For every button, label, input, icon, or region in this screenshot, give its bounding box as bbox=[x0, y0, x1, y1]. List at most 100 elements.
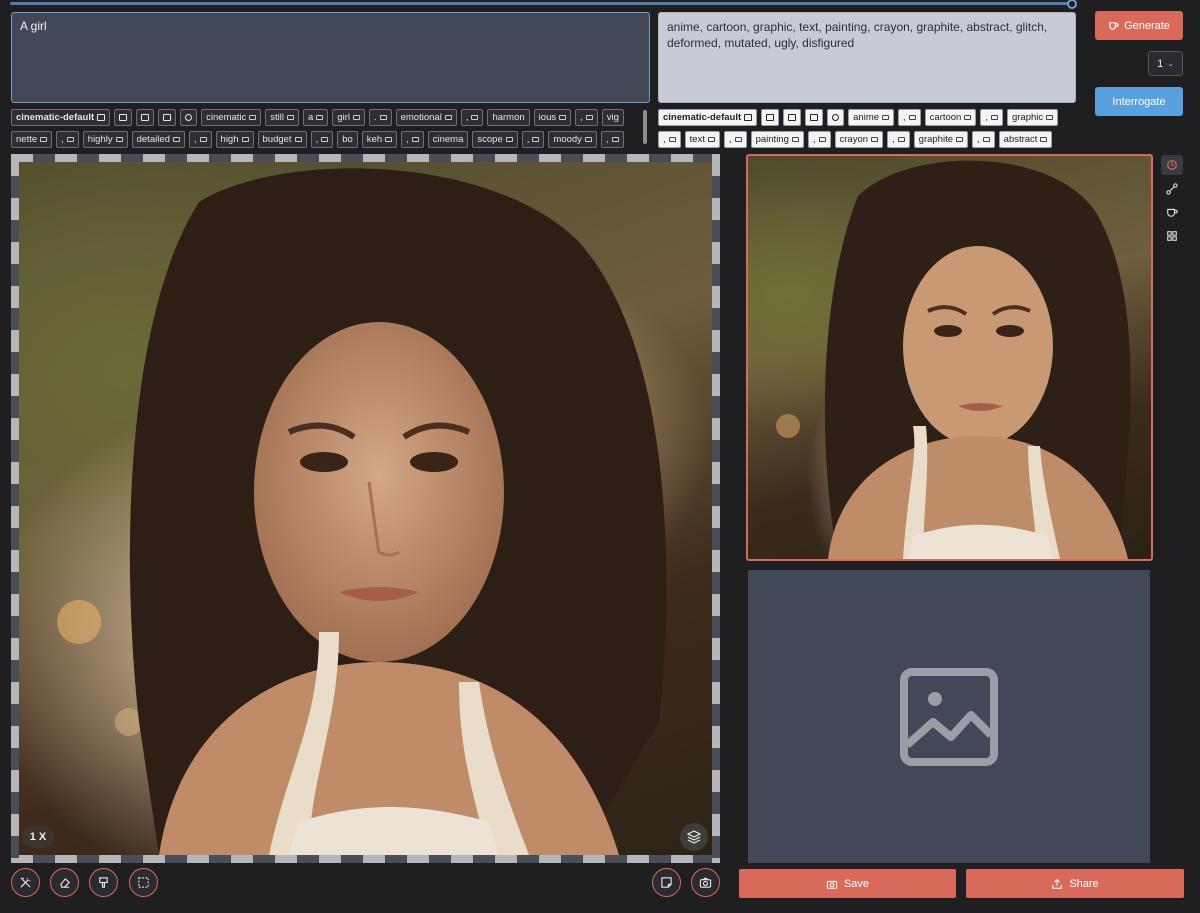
generate-button[interactable]: Generate bbox=[1095, 11, 1183, 40]
tool-button[interactable] bbox=[158, 109, 177, 126]
prompt-tag[interactable]: girl bbox=[332, 109, 365, 126]
prompt-tag[interactable]: , bbox=[521, 131, 545, 148]
remove-icon bbox=[956, 137, 964, 142]
tool-button[interactable] bbox=[805, 109, 824, 126]
paint-brush-tool[interactable] bbox=[89, 868, 118, 897]
remove-icon bbox=[444, 115, 452, 120]
prompt-tag[interactable]: , bbox=[460, 109, 484, 126]
negative-prompt-input[interactable]: anime, cartoon, graphic, text, painting,… bbox=[658, 12, 1076, 103]
prompt-tag[interactable]: , bbox=[188, 131, 212, 148]
prompt-tag[interactable]: abstract bbox=[998, 131, 1053, 148]
tool-button[interactable] bbox=[136, 109, 155, 126]
sticker-tool[interactable] bbox=[652, 868, 681, 897]
prompt-tag[interactable]: , bbox=[723, 131, 747, 148]
style-icon bbox=[97, 114, 106, 121]
remove-icon bbox=[294, 137, 302, 142]
magic-wand-tool[interactable] bbox=[11, 868, 40, 897]
positive-prompt-input[interactable]: A girl bbox=[11, 12, 650, 103]
prompt-tag[interactable]: , bbox=[887, 131, 910, 148]
prompt-tag[interactable]: painting bbox=[750, 131, 804, 148]
portrait-illustration bbox=[57, 168, 667, 856]
play-icon bbox=[185, 114, 193, 121]
prompt-tag[interactable]: vig bbox=[601, 109, 624, 126]
selection-tool[interactable] bbox=[129, 868, 158, 897]
image-placeholder-icon bbox=[900, 667, 998, 766]
remove-icon bbox=[66, 137, 74, 142]
remove-icon bbox=[241, 137, 249, 142]
remove-icon bbox=[316, 115, 324, 120]
remove-icon bbox=[559, 115, 567, 120]
history-tool[interactable] bbox=[1161, 155, 1183, 175]
prompt-tag[interactable]: keh bbox=[361, 131, 398, 148]
prompt-tag[interactable]: harmon bbox=[487, 109, 530, 126]
play-icon bbox=[832, 114, 840, 121]
style-tag[interactable]: cinematic-default bbox=[658, 109, 758, 126]
remove-icon bbox=[40, 137, 48, 142]
interrogate-button[interactable]: Interrogate bbox=[1095, 87, 1183, 116]
magic-icon bbox=[119, 114, 128, 121]
editing-canvas[interactable] bbox=[11, 154, 720, 863]
prompt-tag[interactable]: moody bbox=[548, 131, 597, 148]
prompt-tag[interactable]: scope bbox=[472, 131, 518, 148]
style-tag[interactable]: cinematic-default bbox=[11, 109, 111, 126]
batch-count-select[interactable]: 1 ⌄ bbox=[1148, 51, 1183, 76]
prompt-tag[interactable]: , bbox=[401, 131, 424, 148]
prompt-tag[interactable]: budget bbox=[257, 131, 307, 148]
cup-tool[interactable] bbox=[1161, 202, 1183, 222]
remove-icon bbox=[411, 137, 419, 142]
interrogate-label: Interrogate bbox=[1112, 95, 1166, 108]
prompt-tag[interactable]: . bbox=[368, 109, 392, 126]
prompt-tag[interactable]: anime bbox=[848, 109, 895, 126]
save-icon bbox=[141, 114, 150, 121]
prompt-tag[interactable]: graphite bbox=[913, 131, 969, 148]
remove-icon bbox=[115, 137, 123, 142]
prompt-tag[interactable]: cinema bbox=[427, 131, 469, 148]
layers-button[interactable] bbox=[680, 823, 708, 851]
prompt-tag[interactable]: bo bbox=[337, 131, 358, 148]
connect-icon bbox=[1166, 183, 1178, 195]
result-image[interactable] bbox=[746, 154, 1153, 561]
tool-button[interactable] bbox=[761, 109, 780, 126]
prompt-tag[interactable]: cinematic bbox=[201, 109, 262, 126]
remove-icon bbox=[668, 137, 676, 142]
tool-button[interactable] bbox=[180, 109, 198, 126]
prompt-tag[interactable]: , bbox=[56, 131, 79, 148]
prompt-tag[interactable]: detailed bbox=[131, 131, 185, 148]
prompt-tag[interactable]: nette bbox=[11, 131, 53, 148]
remove-icon bbox=[882, 115, 890, 120]
snapshot-tool[interactable] bbox=[691, 868, 720, 897]
tool-button[interactable] bbox=[114, 109, 133, 126]
prompt-tag[interactable]: a bbox=[303, 109, 329, 126]
connect-tool[interactable] bbox=[1161, 179, 1183, 199]
prompt-tag[interactable]: , bbox=[658, 131, 681, 148]
prompt-tag[interactable]: graphic bbox=[1006, 109, 1059, 126]
prompt-tag[interactable]: , bbox=[575, 109, 598, 126]
prompt-tag[interactable]: highly bbox=[82, 131, 128, 148]
prompt-tag[interactable]: , bbox=[807, 131, 831, 148]
prompt-tag[interactable]: , bbox=[972, 131, 995, 148]
prompt-tag[interactable]: crayon bbox=[834, 131, 884, 148]
prompt-tag[interactable]: high bbox=[215, 131, 254, 148]
tool-button[interactable] bbox=[827, 109, 845, 126]
save-button[interactable]: Save bbox=[739, 869, 956, 898]
eraser-tool[interactable] bbox=[50, 868, 79, 897]
share-button[interactable]: Share bbox=[966, 869, 1184, 898]
prompt-tag[interactable]: , bbox=[310, 131, 334, 148]
prompt-tag[interactable]: cartoon bbox=[924, 109, 977, 126]
prompt-tag[interactable]: , bbox=[600, 131, 624, 148]
remove-icon bbox=[172, 137, 180, 142]
style-icon bbox=[744, 114, 753, 121]
progress-knob[interactable] bbox=[1067, 0, 1077, 9]
prompt-tag[interactable]: ious bbox=[533, 109, 572, 126]
grid-tool[interactable] bbox=[1161, 226, 1183, 246]
prompt-tag[interactable]: , bbox=[898, 109, 921, 126]
prompt-tag[interactable]: still bbox=[265, 109, 299, 126]
prompt-tag[interactable]: , bbox=[980, 109, 1003, 126]
save-icon bbox=[788, 114, 797, 121]
tags-scrollbar[interactable] bbox=[643, 110, 647, 144]
generate-label: Generate bbox=[1124, 19, 1170, 32]
tool-button[interactable] bbox=[783, 109, 802, 126]
prompt-tag[interactable]: emotional bbox=[395, 109, 457, 126]
prompt-tag[interactable]: text bbox=[684, 131, 720, 148]
remove-icon bbox=[1046, 115, 1054, 120]
